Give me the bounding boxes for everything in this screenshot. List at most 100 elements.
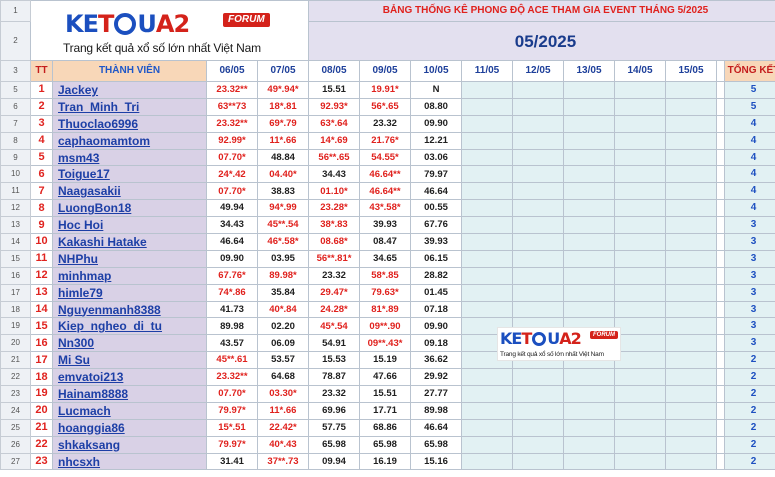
- score-cell[interactable]: 92.99*: [206, 131, 258, 150]
- empty-score-cell[interactable]: [614, 334, 666, 353]
- score-cell[interactable]: 46.64**: [359, 165, 411, 184]
- total-cell[interactable]: 4: [724, 148, 775, 167]
- member-name-cell[interactable]: msm43: [52, 148, 207, 167]
- score-cell[interactable]: 11*.66: [257, 401, 309, 420]
- score-cell[interactable]: 38.83: [257, 182, 309, 201]
- score-cell[interactable]: 23.32: [308, 266, 360, 285]
- empty-score-cell[interactable]: [665, 182, 717, 201]
- member-name-cell[interactable]: NHPhu: [52, 249, 207, 268]
- empty-score-cell[interactable]: [512, 182, 564, 201]
- score-cell[interactable]: 23.32**: [206, 114, 258, 133]
- row-number[interactable]: 17: [0, 283, 31, 302]
- empty-score-cell[interactable]: [512, 435, 564, 454]
- col-header-tt[interactable]: TT: [30, 60, 53, 82]
- empty-score-cell[interactable]: [665, 385, 717, 403]
- score-cell[interactable]: 15.19: [359, 351, 411, 370]
- row-number[interactable]: 8: [0, 131, 31, 150]
- score-cell[interactable]: 56**.65: [308, 148, 360, 167]
- empty-score-cell[interactable]: [665, 131, 717, 150]
- empty-score-cell[interactable]: [512, 148, 564, 167]
- score-cell[interactable]: 07.18: [410, 300, 462, 319]
- empty-score-cell[interactable]: [461, 233, 513, 251]
- total-cell[interactable]: 2: [724, 351, 775, 370]
- score-cell[interactable]: 38*.83: [308, 216, 360, 235]
- member-name-cell[interactable]: Lucmach: [52, 401, 207, 420]
- col-header-date[interactable]: 08/05: [308, 60, 360, 82]
- empty-score-cell[interactable]: [461, 114, 513, 133]
- score-cell[interactable]: 01.10*: [308, 182, 360, 201]
- row-number[interactable]: 23: [0, 385, 31, 403]
- spacer-cell[interactable]: [716, 216, 725, 235]
- empty-score-cell[interactable]: [461, 199, 513, 218]
- total-cell[interactable]: 3: [724, 233, 775, 251]
- empty-score-cell[interactable]: [563, 233, 615, 251]
- rank-cell[interactable]: 14: [30, 300, 53, 319]
- row-number[interactable]: 1: [0, 0, 31, 22]
- row-number[interactable]: 16: [0, 266, 31, 285]
- score-cell[interactable]: 04.40*: [257, 165, 309, 184]
- score-cell[interactable]: 00.55: [410, 199, 462, 218]
- empty-score-cell[interactable]: [461, 216, 513, 235]
- empty-score-cell[interactable]: [461, 418, 513, 437]
- rank-cell[interactable]: 2: [30, 97, 53, 116]
- empty-score-cell[interactable]: [512, 199, 564, 218]
- total-cell[interactable]: 3: [724, 300, 775, 319]
- score-cell[interactable]: 74*.86: [206, 283, 258, 302]
- score-cell[interactable]: 48.84: [257, 148, 309, 167]
- score-cell[interactable]: 69*.79: [257, 114, 309, 133]
- member-name-cell[interactable]: minhmap: [52, 266, 207, 285]
- score-cell[interactable]: 01.45: [410, 283, 462, 302]
- score-cell[interactable]: 46*.58*: [257, 233, 309, 251]
- score-cell[interactable]: 14*.69: [308, 131, 360, 150]
- row-number[interactable]: 25: [0, 418, 31, 437]
- score-cell[interactable]: 15.53: [308, 351, 360, 370]
- row-number[interactable]: 6: [0, 97, 31, 116]
- spacer-cell[interactable]: [716, 283, 725, 302]
- row-number[interactable]: 7: [0, 114, 31, 133]
- score-cell[interactable]: 79.97: [410, 165, 462, 184]
- empty-score-cell[interactable]: [614, 317, 666, 336]
- score-cell[interactable]: 08.80: [410, 97, 462, 116]
- score-cell[interactable]: 37**.73: [257, 452, 309, 471]
- row-number[interactable]: 21: [0, 351, 31, 370]
- empty-score-cell[interactable]: [461, 182, 513, 201]
- empty-score-cell[interactable]: [563, 418, 615, 437]
- score-cell[interactable]: 54.91: [308, 334, 360, 353]
- member-name-cell[interactable]: Nguyenmanh8388: [52, 300, 207, 319]
- total-cell[interactable]: 2: [724, 418, 775, 437]
- spacer-cell[interactable]: [716, 418, 725, 437]
- empty-score-cell[interactable]: [614, 401, 666, 420]
- score-cell[interactable]: 35.84: [257, 283, 309, 302]
- empty-score-cell[interactable]: [665, 233, 717, 251]
- rank-cell[interactable]: 15: [30, 317, 53, 336]
- empty-score-cell[interactable]: [563, 368, 615, 387]
- score-cell[interactable]: 53.57: [257, 351, 309, 370]
- empty-score-cell[interactable]: [614, 385, 666, 403]
- score-cell[interactable]: 40*.43: [257, 435, 309, 454]
- spacer-cell[interactable]: [716, 435, 725, 454]
- empty-score-cell[interactable]: [512, 114, 564, 133]
- empty-score-cell[interactable]: [461, 452, 513, 471]
- rank-cell[interactable]: 6: [30, 165, 53, 184]
- empty-score-cell[interactable]: [563, 249, 615, 268]
- empty-score-cell[interactable]: [665, 266, 717, 285]
- empty-score-cell[interactable]: [512, 165, 564, 184]
- score-cell[interactable]: 24*.42: [206, 165, 258, 184]
- spacer-cell[interactable]: [716, 401, 725, 420]
- score-cell[interactable]: 29.92: [410, 368, 462, 387]
- score-cell[interactable]: 15.16: [410, 452, 462, 471]
- empty-score-cell[interactable]: [461, 165, 513, 184]
- empty-score-cell[interactable]: [512, 283, 564, 302]
- member-name-cell[interactable]: Mi Su: [52, 351, 207, 370]
- rank-cell[interactable]: 13: [30, 283, 53, 302]
- total-cell[interactable]: 5: [724, 81, 775, 99]
- row-number[interactable]: 5: [0, 81, 31, 99]
- empty-score-cell[interactable]: [563, 165, 615, 184]
- spacer-cell[interactable]: [716, 199, 725, 218]
- total-cell[interactable]: 4: [724, 165, 775, 184]
- empty-score-cell[interactable]: [665, 435, 717, 454]
- spacer-cell[interactable]: [716, 233, 725, 251]
- empty-score-cell[interactable]: [665, 81, 717, 99]
- row-number[interactable]: 19: [0, 317, 31, 336]
- score-cell[interactable]: 46.64: [410, 182, 462, 201]
